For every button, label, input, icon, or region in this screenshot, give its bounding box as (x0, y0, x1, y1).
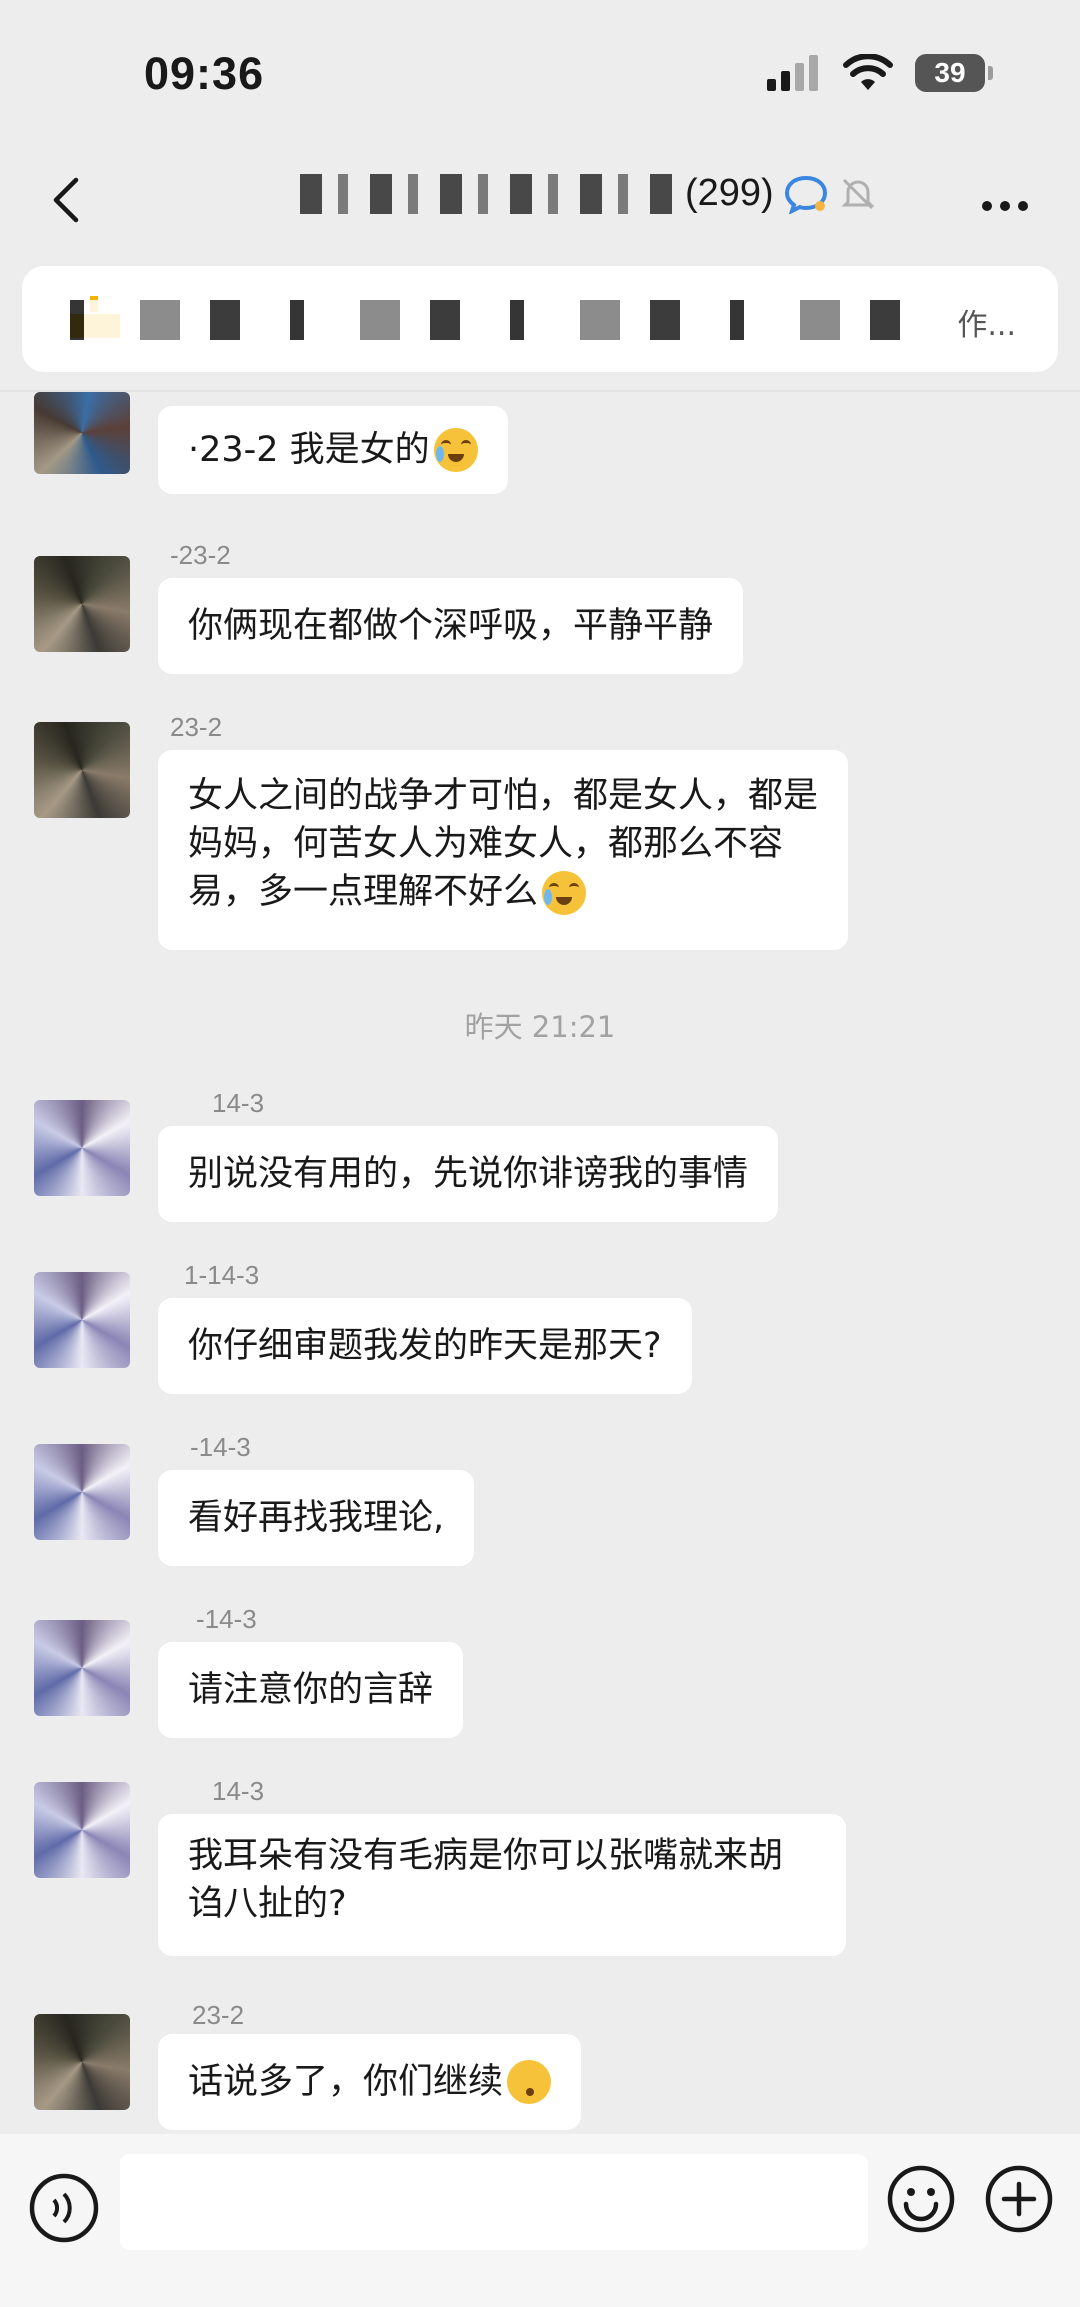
message-text: 话说多了，你们继续 (188, 2062, 504, 2102)
avatar[interactable] (34, 1444, 130, 1540)
notice-more-text[interactable]: 作... (957, 300, 1016, 344)
message-bubble[interactable]: 话说多了，你们继续 (158, 2034, 582, 2130)
group-member-count: (299) (685, 172, 774, 214)
sender-name: -14-3 (190, 1432, 251, 1462)
sender-name: 23-2 (192, 2000, 245, 2030)
group-title: (299) (300, 172, 878, 215)
message-bubble[interactable]: 别说没有用的，先说你诽谤我的事情 (158, 1126, 779, 1222)
plus-icon[interactable] (984, 2164, 1054, 2234)
message-input[interactable] (120, 2154, 868, 2250)
chat-timestamp: 昨天 21:21 (464, 1010, 616, 1044)
message-text: 你仔细审题我发的昨天是那天? (188, 1326, 662, 1366)
emoji-icon[interactable] (886, 2164, 956, 2234)
message-bubble[interactable]: 你仔细审题我发的昨天是那天? (158, 1298, 692, 1394)
message-bubble[interactable]: 女人之间的战争才可怕，都是女人，都是妈妈，何苦女人为难女人，都那么不容易，多一点… (158, 750, 848, 950)
message-text: 我耳朵有没有毛病是你可以张嘴就来胡诌八扯的? (188, 1836, 784, 1924)
message-bubble[interactable]: 你俩现在都做个深呼吸，平静平静 (158, 578, 744, 674)
message-text: 你俩现在都做个深呼吸，平静平静 (188, 606, 714, 646)
avatar[interactable] (34, 1620, 130, 1716)
avatar[interactable] (34, 1272, 130, 1368)
divider (0, 390, 1080, 392)
bell-off-icon (841, 178, 875, 209)
signal-icon (767, 55, 818, 91)
sender-name: -14-3 (196, 1604, 257, 1634)
avatar[interactable] (34, 1100, 130, 1196)
sender-name: 14-3 (212, 1776, 265, 1806)
message-bubble[interactable]: ·23-2 我是女的 (158, 406, 508, 494)
voice-icon[interactable] (24, 2168, 104, 2248)
message-bubble[interactable]: 看好再找我理论, (158, 1470, 475, 1566)
kissing-face-emoji-icon (507, 2060, 552, 2104)
battery-indicator: 39 (915, 54, 993, 92)
notice-text-redacted (70, 300, 920, 340)
crying-laughing-emoji-icon (433, 428, 478, 472)
message-text: 别说没有用的，先说你诽谤我的事情 (188, 1154, 749, 1194)
avatar[interactable] (34, 722, 130, 818)
avatar[interactable] (34, 392, 130, 474)
status-bar: 09:36 39 (0, 0, 1080, 150)
message-bubble[interactable]: 请注意你的言辞 (158, 1642, 464, 1738)
status-time: 09:36 (144, 48, 265, 99)
status-icons: 39 (767, 54, 993, 92)
sender-name: 23-2 (170, 712, 223, 742)
message-text: 请注意你的言辞 (188, 1670, 434, 1710)
chevron-left-icon[interactable] (34, 164, 104, 234)
pinned-notice[interactable]: 作... (22, 266, 1058, 372)
avatar[interactable] (34, 1782, 130, 1878)
sender-name: 14-3 (212, 1088, 265, 1118)
avatar[interactable] (34, 556, 130, 652)
ellipsis-icon[interactable] (970, 164, 1040, 234)
message-text: ·23-2 我是女的 (188, 430, 430, 470)
message-text: 看好再找我理论, (188, 1498, 445, 1538)
message-bubble[interactable]: 我耳朵有没有毛病是你可以张嘴就来胡诌八扯的? (158, 1814, 846, 1956)
group-name-redacted (300, 173, 675, 214)
avatar[interactable] (34, 2014, 130, 2110)
crying-laughing-emoji-icon (542, 871, 587, 915)
input-bar (0, 2134, 1080, 2307)
sender-name: -23-2 (170, 540, 231, 570)
message-text: 女人之间的战争才可怕，都是女人，都是妈妈，何苦女人为难女人，都那么不容易，多一点… (188, 776, 819, 912)
chat-nav-bar: (299) (0, 150, 1080, 260)
chat-bubble-icon (784, 175, 827, 214)
wifi-icon (843, 54, 893, 90)
sender-name: 1-14-3 (184, 1260, 260, 1290)
